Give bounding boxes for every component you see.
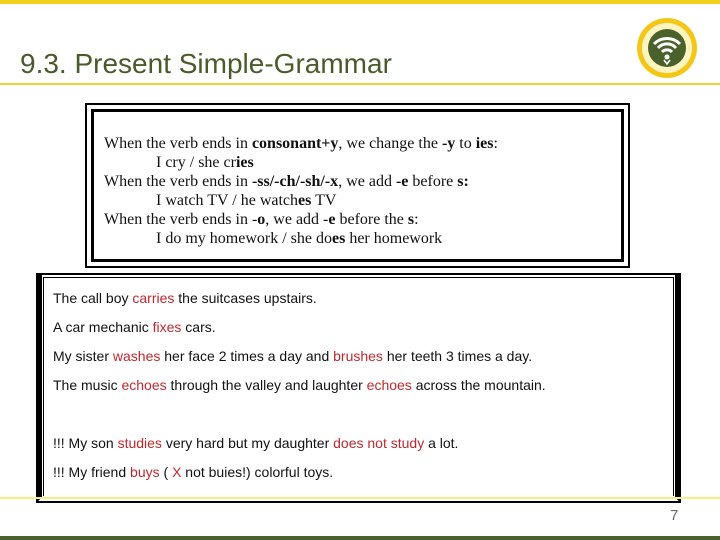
rule-example-cry: I cry / she cries (156, 154, 254, 171)
spelling-rules: When the verb ends in consonant+y, we ch… (104, 134, 498, 248)
title-divider (0, 83, 720, 85)
example-sentence: My sister washes her face 2 times a day … (53, 348, 533, 364)
top-accent-bar (0, 0, 720, 4)
example-sentence: !!! My friend buys ( X not buies!) color… (53, 464, 334, 480)
footer-bar (0, 536, 720, 540)
rule-example-watch: I watch TV / he watches TV (156, 192, 337, 209)
spelling-rules-box: When the verb ends in consonant+y, we ch… (85, 103, 630, 268)
examples-box: The call boy carries the suitcases upsta… (36, 273, 681, 503)
page-number: 7 (670, 507, 679, 524)
example-sentences: The call boy carries the suitcases upsta… (53, 289, 546, 492)
rule-consonant-y: When the verb ends in consonant+y, we ch… (104, 135, 498, 152)
rule-example-do: I do my homework / she does her homework (156, 230, 443, 247)
slide-title: 9.3. Present Simple-Grammar (20, 48, 392, 79)
example-sentence: The call boy carries the suitcases upsta… (53, 290, 317, 306)
rule-o: When the verb ends in -o, we add -e befo… (104, 211, 419, 228)
rule-ss-ch-sh-x: When the verb ends in -ss/-ch/-sh/-x, we… (104, 173, 469, 190)
university-seal-icon (637, 18, 697, 78)
example-sentence: A car mechanic fixes cars. (53, 319, 216, 335)
example-sentence: The music echoes through the valley and … (53, 377, 546, 393)
bottom-divider (0, 497, 720, 499)
example-sentence: !!! My son studies very hard but my daug… (53, 435, 459, 451)
